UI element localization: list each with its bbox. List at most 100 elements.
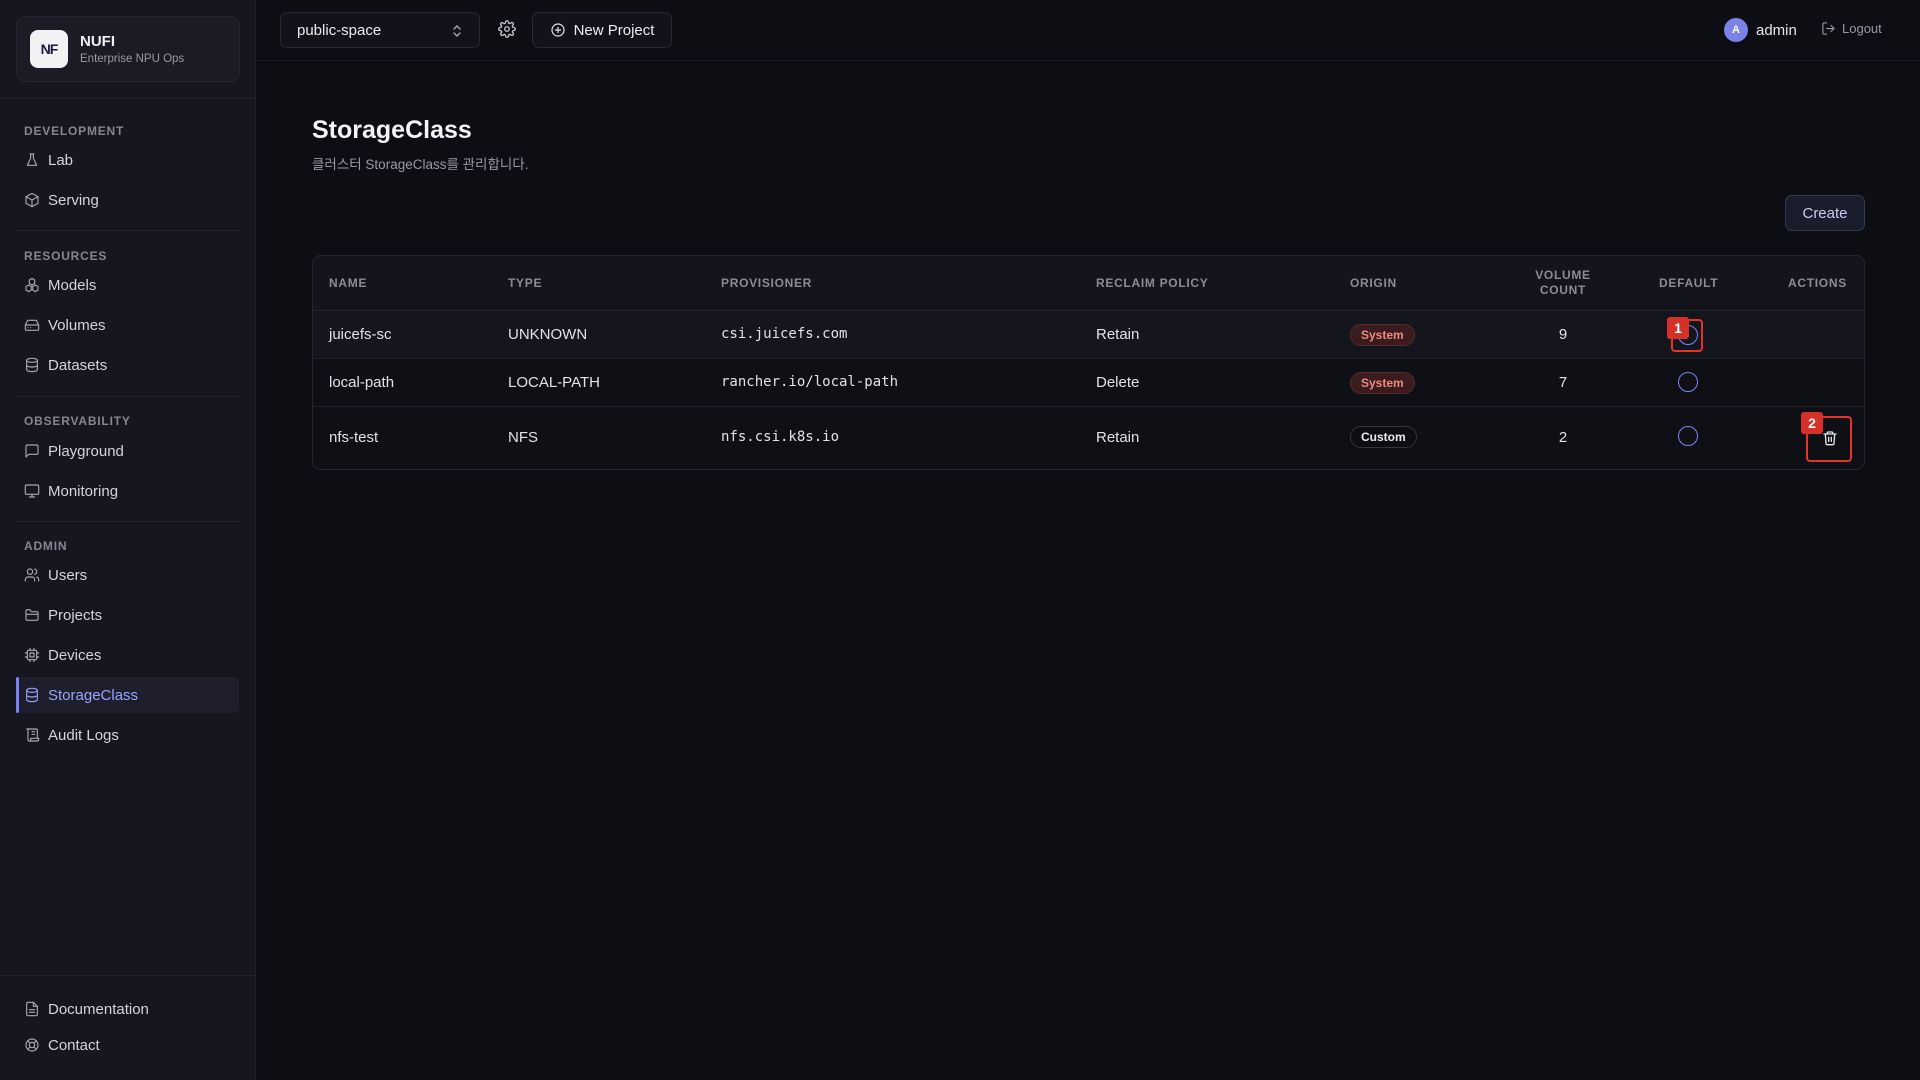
table-header: NAME TYPE PROVISIONER RECLAIM POLICY ORI… <box>313 256 1864 311</box>
column-header-volume-count: VOLUME COUNT <box>1531 268 1595 298</box>
divider <box>0 98 256 99</box>
default-radio[interactable] <box>1678 426 1698 446</box>
column-header-reclaim-policy: RECLAIM POLICY <box>1096 276 1209 290</box>
column-header-default: DEFAULT <box>1659 276 1719 290</box>
column-header-name: NAME <box>329 276 368 290</box>
origin-badge: System <box>1350 324 1415 346</box>
divider <box>16 396 240 397</box>
divider <box>16 230 240 231</box>
cell-type: UNKNOWN <box>508 326 588 343</box>
gear-icon[interactable] <box>498 20 516 38</box>
sidebar-item-label: Monitoring <box>48 482 119 500</box>
logout-label: Logout <box>1842 21 1882 36</box>
brand-logo: NF <box>30 30 68 68</box>
chat-icon <box>25 444 39 458</box>
brand-card[interactable]: NF NUFI Enterprise NPU Ops <box>16 16 240 82</box>
cell-type: LOCAL-PATH <box>508 374 600 391</box>
cell-reclaim-policy: Retain <box>1096 429 1140 446</box>
storageclass-table: NAME TYPE PROVISIONER RECLAIM POLICY ORI… <box>312 255 1865 470</box>
avatar: A <box>1724 18 1748 42</box>
cell-provisioner: rancher.io/local-path <box>721 374 899 390</box>
cell-name: nfs-test <box>329 429 379 446</box>
sidebar-item-audit-logs[interactable]: Audit Logs <box>16 717 239 753</box>
annotation-number-1: 1 <box>1667 317 1689 339</box>
divider <box>16 521 240 522</box>
sidebar-item-label: StorageClass <box>48 686 139 704</box>
user-menu[interactable]: A admin <box>1724 18 1797 42</box>
create-button[interactable]: Create <box>1785 195 1865 231</box>
cell-volume-count: 2 <box>1558 429 1568 446</box>
sidebar-item-storageclass[interactable]: StorageClass <box>16 677 239 713</box>
cell-name: juicefs-sc <box>329 326 392 343</box>
sidebar-item-label: Documentation <box>48 1000 149 1018</box>
column-header-volume-line2: COUNT <box>1539 283 1587 297</box>
cube-icon <box>25 192 39 208</box>
brand-name: NUFI <box>80 33 115 50</box>
column-header-actions: ACTIONS <box>1788 276 1847 290</box>
sidebar-item-label: Volumes <box>48 316 106 334</box>
page-title: StorageClass <box>312 116 472 144</box>
sidebar-item-label: Datasets <box>48 356 108 374</box>
sidebar-item-lab[interactable]: Lab <box>16 142 239 178</box>
sidebar-item-label: Playground <box>48 442 124 460</box>
cpu-icon <box>24 647 40 663</box>
database-icon <box>26 357 38 373</box>
boxes-icon <box>25 277 39 293</box>
new-project-button[interactable]: New Project <box>532 12 672 48</box>
sidebar-item-label: Projects <box>48 606 103 624</box>
page-subtitle: 클러스터 StorageClass를 관리합니다. <box>312 157 529 172</box>
divider <box>0 975 256 976</box>
sidebar-item-documentation[interactable]: Documentation <box>16 991 239 1027</box>
logout-button[interactable]: Logout <box>1821 21 1882 36</box>
column-header-origin: ORIGIN <box>1350 276 1397 290</box>
sidebar-item-models[interactable]: Models <box>16 267 239 303</box>
sidebar-item-label: Audit Logs <box>48 726 119 744</box>
sidebar-item-label: Serving <box>48 191 99 209</box>
sidebar-item-playground[interactable]: Playground <box>16 433 239 469</box>
sidebar-item-volumes[interactable]: Volumes <box>16 307 239 343</box>
user-name: admin <box>1756 21 1797 39</box>
origin-badge: System <box>1350 372 1415 394</box>
section-label-development: DEVELOPMENT <box>24 124 125 138</box>
cell-reclaim-policy: Retain <box>1096 326 1140 343</box>
table-row: local-path LOCAL-PATH rancher.io/local-p… <box>313 359 1864 407</box>
sidebar-item-contact[interactable]: Contact <box>16 1027 239 1063</box>
column-header-type: TYPE <box>508 276 543 290</box>
scroll-icon <box>26 728 40 742</box>
logout-icon <box>1822 22 1835 35</box>
flask-icon <box>26 153 38 166</box>
column-header-volume-line1: VOLUME <box>1535 268 1591 282</box>
default-radio[interactable] <box>1678 372 1698 392</box>
sidebar-item-label: Lab <box>48 151 74 169</box>
folder-icon <box>25 609 39 621</box>
project-select[interactable]: public-space <box>280 12 480 48</box>
cell-name: local-path <box>329 374 395 391</box>
sidebar-item-label: Contact <box>48 1036 100 1054</box>
section-label-resources: RESOURCES <box>24 249 108 263</box>
new-project-label: New Project <box>573 21 655 39</box>
sidebar-item-monitoring[interactable]: Monitoring <box>16 473 239 509</box>
sidebar-item-devices[interactable]: Devices <box>16 637 239 673</box>
section-label-admin: ADMIN <box>24 539 68 553</box>
sidebar-item-users[interactable]: Users <box>16 557 239 593</box>
table-row: juicefs-sc UNKNOWN csi.juicefs.com Retai… <box>313 311 1864 359</box>
sidebar-item-label: Models <box>48 276 97 294</box>
database-icon <box>26 687 38 703</box>
sidebar-item-datasets[interactable]: Datasets <box>16 347 239 383</box>
users-icon <box>24 568 40 582</box>
cell-volume-count: 7 <box>1558 374 1568 391</box>
column-header-provisioner: PROVISIONER <box>721 276 813 290</box>
brand-subtitle: Enterprise NPU Ops <box>80 53 185 65</box>
cell-volume-count: 9 <box>1558 326 1568 343</box>
sidebar-item-projects[interactable]: Projects <box>16 597 239 633</box>
cell-provisioner: csi.juicefs.com <box>721 326 848 342</box>
sidebar-item-label: Devices <box>48 646 102 664</box>
plus-circle-icon <box>550 23 565 37</box>
project-select-value: public-space <box>297 21 382 39</box>
cell-reclaim-policy: Delete <box>1096 374 1140 391</box>
sidebar-item-serving[interactable]: Serving <box>16 182 239 218</box>
sidebar-item-label: Users <box>48 566 88 584</box>
lifebuoy-icon <box>25 1038 39 1052</box>
annotation-number-2: 2 <box>1801 412 1823 434</box>
sidebar: NF NUFI Enterprise NPU Ops DEVELOPMENT L… <box>0 0 256 1080</box>
